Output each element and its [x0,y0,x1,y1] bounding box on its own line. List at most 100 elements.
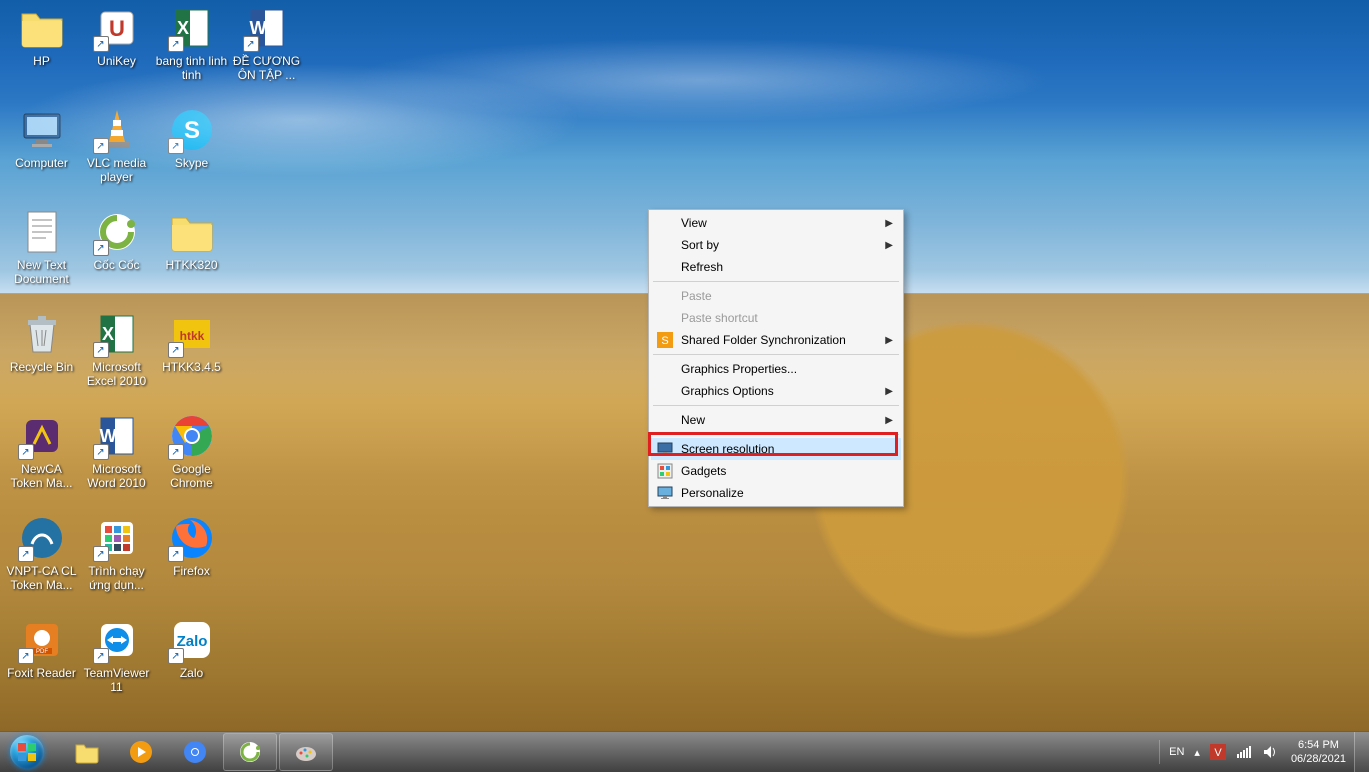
foxit-icon: PDF↗ [18,616,66,664]
chrome-icon [182,739,208,765]
recycle-icon [18,310,66,358]
desktop-icon-vnptca[interactable]: ↗VNPT-CA CL Token Ma... [4,514,79,610]
taskbar-pinned-area [60,732,334,772]
svg-text:PDF: PDF [36,649,48,655]
shortcut-overlay-icon: ↗ [93,648,109,664]
submenu-arrow-icon: ▶ [885,386,893,397]
firefox-icon: ↗ [168,514,216,562]
context-menu-item-sort-by[interactable]: Sort by▶ [651,234,901,256]
desktop-icon-zalo[interactable]: Zalo↗Zalo [154,616,229,712]
desktop-icon-newtext[interactable]: New Text Document [4,208,79,304]
desktop-icon-label: HP [33,54,50,68]
context-menu-item-paste: Paste [651,285,901,307]
context-menu-item-refresh[interactable]: Refresh [651,256,901,278]
shortcut-overlay-icon: ↗ [93,36,109,52]
context-menu-label: Gadgets [681,464,726,478]
taskbar-button-explorer[interactable] [61,734,113,770]
desktop-context-menu: View▶Sort by▶Refresh Paste Paste shortcut S… [648,209,904,507]
desktop-icon-foxit[interactable]: PDF↗ Foxit Reader [4,616,79,712]
svg-text:V: V [1214,747,1222,759]
desktop-icon-label: Cốc Cốc [93,258,139,272]
submenu-arrow-icon: ▶ [885,415,893,426]
desktop-icon-teamviewer[interactable]: ↗ TeamViewer 11 [79,616,154,712]
context-menu-item-personalize[interactable]: Personalize [651,482,901,504]
desktop-icon-label: Google Chrome [155,462,229,490]
desktop-icon-unikey[interactable]: U↗UniKey [79,4,154,100]
context-menu-item-graphics-properties[interactable]: Graphics Properties... [651,358,901,380]
context-menu-item-shared-folder-synchronization[interactable]: SShared Folder Synchronization▶ [651,329,901,351]
desktop-icon-label: VNPT-CA CL Token Ma... [5,564,79,592]
desktop-icon-label: Microsoft Word 2010 [80,462,154,490]
desktop-icon-label: bang tinh linh tinh [155,54,229,82]
context-menu-item-screen-resolution[interactable]: Screen resolution [651,438,901,460]
desktop-icon-htkk345[interactable]: htkk↗HTKK3.4.5 [154,310,229,406]
desktop-icon-htkk320[interactable]: HTKK320 [154,208,229,304]
desktop-icon-label: NewCA Token Ma... [5,462,79,490]
taskbar-button-coccoc[interactable] [223,733,277,771]
media-player-icon [128,739,154,765]
tray-app-icon[interactable]: V [1205,744,1231,760]
unikey-icon: U↗ [93,4,141,52]
context-menu-label: Shared Folder Synchronization [681,333,846,347]
coccoc-icon: ↗ [93,208,141,256]
language-indicator[interactable]: EN [1164,746,1189,758]
shortcut-overlay-icon: ↗ [243,36,259,52]
context-menu-item-gadgets[interactable]: Gadgets [651,460,901,482]
shortcut-overlay-icon: ↗ [18,444,34,460]
taskbar-clock[interactable]: 6:54 PM 06/28/2021 [1283,738,1354,766]
desktop-icon-label: VLC media player [80,156,154,184]
desktop-icon-label: Firefox [173,564,210,578]
desktop-icon-decuong[interactable]: W↗ĐỀ CƯƠNG ÔN TẬP ... [229,4,304,100]
taskbar-button-chrome[interactable] [169,734,221,770]
volume-icon[interactable] [1257,744,1283,760]
desktop-icon-computer[interactable]: Computer [4,106,79,202]
desktop-icon-recycle[interactable]: Recycle Bin [4,310,79,406]
skype-icon: S↗ [168,106,216,154]
context-menu-label: Paste [681,289,712,303]
taskbar-button-paint[interactable] [279,733,333,771]
desktop-icon-label: Trình chạy ứng dụn... [80,564,154,592]
context-menu-item-graphics-options[interactable]: Graphics Options▶ [651,380,901,402]
word2010-icon: W↗ [93,412,141,460]
taskbar: EN ▴ V 6:54 PM 06/28/2021 [0,731,1369,772]
show-desktop-button[interactable] [1354,732,1369,772]
tray-expand-icon[interactable]: ▴ [1189,746,1205,759]
file-explorer-icon [74,739,100,765]
windows-logo-icon [10,735,44,769]
desktop-icon-chrome[interactable]: ↗Google Chrome [154,412,229,508]
desktop-icon-word2010[interactable]: W↗Microsoft Word 2010 [79,412,154,508]
desktop-icon-label: New Text Document [5,258,79,286]
teamviewer-icon: ↗ [93,616,141,664]
context-menu-separator [653,434,899,435]
context-menu-item-view[interactable]: View▶ [651,212,901,234]
desktop-icon-bangtinh[interactable]: X↗bang tinh linh tinh [154,4,229,100]
desktop-icon-hp[interactable]: HP [4,4,79,100]
context-menu-label: Screen resolution [681,442,774,456]
hp-icon [18,4,66,52]
desktop-icon-skype[interactable]: S↗ Skype [154,106,229,202]
coccoc-icon [237,739,263,765]
shortcut-overlay-icon: ↗ [18,648,34,664]
context-menu-label: Paste shortcut [681,311,758,325]
desktop-icon-coccoc[interactable]: ↗ Cốc Cốc [79,208,154,304]
desktop-icon-vlc[interactable]: ↗ VLC media player [79,106,154,202]
desktop-icon-trinhchay[interactable]: ↗Trình chạy ứng dụn... [79,514,154,610]
shortcut-overlay-icon: ↗ [93,240,109,256]
desktop-icon-firefox[interactable]: ↗ Firefox [154,514,229,610]
submenu-arrow-icon: ▶ [885,335,893,346]
shortcut-overlay-icon: ↗ [168,546,184,562]
vnptca-icon: ↗ [18,514,66,562]
system-tray: EN ▴ V 6:54 PM 06/28/2021 [1155,732,1369,772]
desktop-icon-label: TeamViewer 11 [80,666,154,694]
shortcut-overlay-icon: ↗ [93,138,109,154]
desktop-icon-label: Foxit Reader [7,666,76,680]
context-menu-item-new[interactable]: New▶ [651,409,901,431]
desktop-icon-newca[interactable]: ↗ NewCA Token Ma... [4,412,79,508]
taskbar-button-wmp[interactable] [115,734,167,770]
desktop-icon-excel2010[interactable]: X↗Microsoft Excel 2010 [79,310,154,406]
desktop[interactable]: HP U↗UniKeyX↗bang tinh linh tinhW↗ĐỀ CƯƠN… [0,0,1369,732]
network-icon[interactable] [1231,744,1257,760]
clock-date: 06/28/2021 [1291,752,1346,766]
desktop-icon-label: Skype [175,156,208,170]
start-button[interactable] [0,732,54,772]
